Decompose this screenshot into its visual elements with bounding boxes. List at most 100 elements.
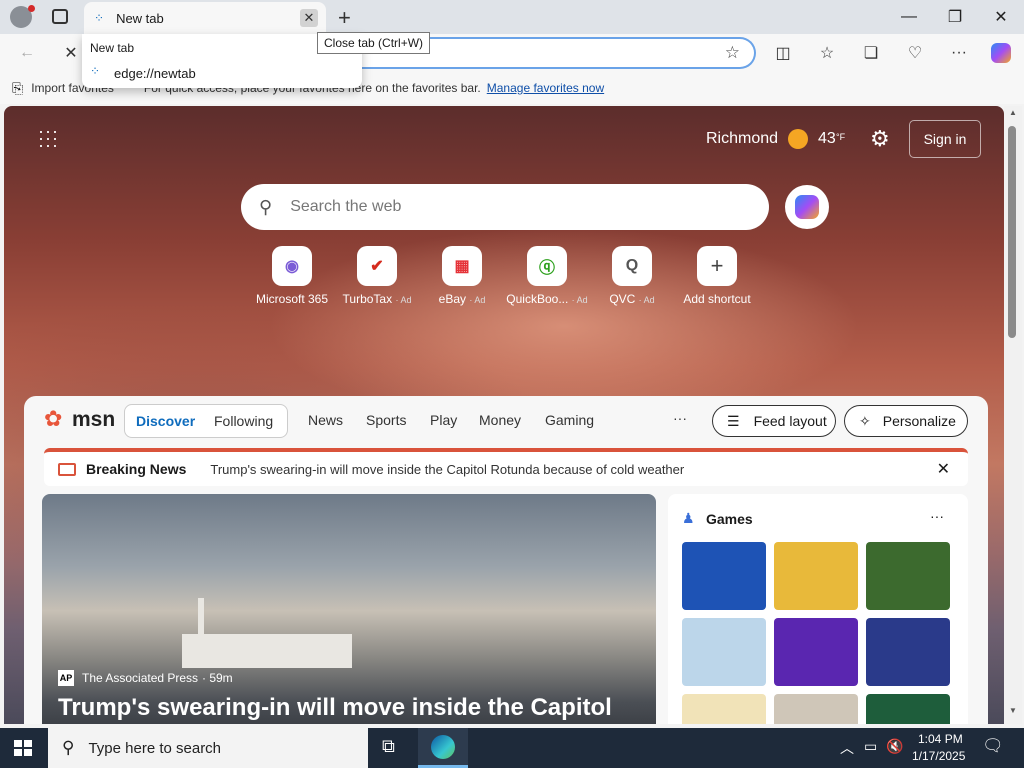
nav-play[interactable]: Play — [430, 412, 457, 428]
title-bar: ⁘ New tab ✕ + — ❐ ✕ — [0, 0, 1024, 34]
start-button[interactable] — [14, 740, 32, 756]
add-shortcut-button[interactable]: + Add shortcut — [672, 246, 762, 306]
edge-icon — [431, 734, 455, 759]
monument-image — [198, 598, 204, 636]
task-view-icon[interactable]: ⧉ — [382, 736, 395, 757]
chevron-up-icon[interactable]: ︿ — [840, 738, 854, 758]
stop-loading-icon[interactable]: ✕ — [58, 40, 84, 66]
shortcut-qvc[interactable]: Q QVC · Ad — [587, 246, 677, 306]
shortcut-turbotax[interactable]: ✔ TurboTax · Ad — [332, 246, 422, 306]
close-window-button[interactable]: ✕ — [978, 0, 1024, 34]
shortcut-label: QVC — [609, 292, 636, 306]
hovercard-title: New tab — [90, 41, 135, 55]
ad-label: · Ad — [395, 295, 412, 305]
sign-in-button[interactable]: Sign in — [909, 120, 981, 158]
hero-time: · 59m — [202, 671, 233, 685]
favorite-star-icon[interactable]: ☆ — [725, 43, 740, 63]
shortcut-label: Add shortcut — [683, 292, 751, 306]
games-more-icon[interactable]: ··· — [930, 508, 944, 524]
game-tile[interactable] — [866, 542, 950, 610]
copilot-icon[interactable] — [988, 40, 1014, 66]
nav-sports[interactable]: Sports — [366, 412, 406, 428]
new-tab-button[interactable]: + — [338, 5, 351, 31]
clock-date[interactable]: 1/17/2025 — [912, 749, 965, 763]
volume-muted-icon[interactable]: 🔇 — [886, 738, 903, 755]
split-screen-icon[interactable]: ◫ — [770, 40, 796, 66]
back-icon[interactable]: ← — [14, 40, 40, 66]
ebay-icon: ▦ — [442, 246, 482, 286]
qvc-icon: Q — [612, 246, 652, 286]
games-title[interactable]: Games — [706, 511, 753, 527]
browser-essentials-icon[interactable]: ♡ — [902, 40, 928, 66]
breaking-news-banner[interactable]: Breaking News Trump's swearing-in will m… — [44, 448, 968, 486]
workspaces-icon[interactable] — [52, 9, 68, 24]
breaking-label: Breaking News — [86, 461, 187, 477]
game-tile[interactable] — [682, 694, 766, 724]
weather-city[interactable]: Richmond — [706, 130, 778, 148]
scroll-up-icon[interactable]: ▲ — [1009, 108, 1017, 117]
breaking-headline[interactable]: Trump's swearing-in will move inside the… — [210, 462, 684, 477]
game-tile[interactable] — [682, 618, 766, 686]
game-tile[interactable] — [866, 694, 950, 724]
nav-money[interactable]: Money — [479, 412, 521, 428]
game-tile[interactable] — [774, 694, 858, 724]
shortcut-quickbooks[interactable]: ⓠ QuickBoo... · Ad — [502, 246, 592, 306]
game-tile[interactable] — [774, 618, 858, 686]
ad-label: · Ad — [638, 295, 655, 305]
personalize-button[interactable]: ✧ Personalize — [844, 405, 968, 437]
weather-unit: °F — [836, 132, 846, 142]
manage-favorites-link[interactable]: Manage favorites now — [487, 81, 604, 95]
shortcut-ebay[interactable]: ▦ eBay · Ad — [417, 246, 507, 306]
ap-logo-icon: AP — [58, 670, 74, 686]
news-icon — [58, 462, 76, 476]
hovercard-url: edge://newtab — [114, 66, 196, 81]
close-tab-tooltip: Close tab (Ctrl+W) — [317, 32, 431, 54]
web-search-box[interactable]: ⚲ Search the web — [241, 184, 769, 230]
sun-icon — [788, 129, 808, 149]
shortcut-microsoft-365[interactable]: ◉ Microsoft 365 — [247, 246, 337, 306]
restore-button[interactable]: ❐ — [932, 0, 978, 34]
page-settings-icon[interactable]: ⚙ — [870, 126, 890, 152]
favorites-icon[interactable]: ☆ — [814, 40, 840, 66]
taskbar-search-box[interactable]: ⚲ Type here to search — [48, 728, 368, 768]
msn-logo-icon: ✿ — [44, 406, 63, 431]
game-tile[interactable] — [866, 618, 950, 686]
settings-more-icon[interactable]: ··· — [946, 40, 972, 66]
collections-icon[interactable]: ❏ — [858, 40, 884, 66]
tab-discover[interactable]: Discover — [136, 413, 195, 429]
edge-taskbar-button[interactable] — [418, 728, 468, 768]
scrollbar-thumb[interactable] — [1008, 126, 1016, 338]
clock-time[interactable]: 1:04 PM — [918, 732, 963, 746]
scroll-down-icon[interactable]: ▼ — [1009, 706, 1017, 715]
game-tile[interactable] — [682, 542, 766, 610]
msn-logo[interactable]: msn — [72, 408, 115, 432]
tab-title: New tab — [116, 10, 164, 26]
games-icon: ♟ — [682, 510, 695, 526]
games-card: ♟ Games ··· — [668, 494, 968, 724]
notifications-icon[interactable]: 🗨 — [982, 736, 1004, 756]
copilot-search-button[interactable] — [785, 185, 829, 229]
close-tab-button[interactable]: ✕ — [300, 9, 318, 27]
shortcut-label: eBay — [438, 292, 466, 306]
feed-layout-button[interactable]: ☰ Feed layout — [712, 405, 836, 437]
more-nav-button[interactable]: ··· — [673, 410, 687, 426]
hero-story-card[interactable]: AP The Associated Press · 59m Trump's sw… — [42, 494, 656, 724]
page-scrollbar[interactable]: ▲ ▼ — [1004, 106, 1022, 724]
weather-temp[interactable]: 43 — [818, 130, 836, 148]
shortcut-label: TurboTax — [342, 292, 393, 306]
tab-following[interactable]: Following — [214, 413, 273, 429]
dismiss-icon[interactable]: ✕ — [937, 459, 950, 479]
minimize-button[interactable]: — — [886, 0, 932, 34]
apps-launcher-icon[interactable]: ··· ··· ··· — [38, 122, 59, 154]
personalize-label: Personalize — [882, 413, 956, 429]
network-icon[interactable]: ▭ — [864, 738, 877, 755]
search-icon: ⚲ — [62, 738, 75, 757]
hero-source[interactable]: The Associated Press — [82, 671, 198, 685]
nav-gaming[interactable]: Gaming — [545, 412, 594, 428]
game-tile[interactable] — [774, 542, 858, 610]
nav-news[interactable]: News — [308, 412, 343, 428]
search-placeholder: Search the web — [290, 198, 402, 215]
tab-new-tab[interactable]: ⁘ New tab ✕ — [84, 2, 326, 34]
profile-notification-dot — [28, 5, 35, 12]
hero-headline[interactable]: Trump's swearing-in will move inside the… — [58, 694, 612, 722]
